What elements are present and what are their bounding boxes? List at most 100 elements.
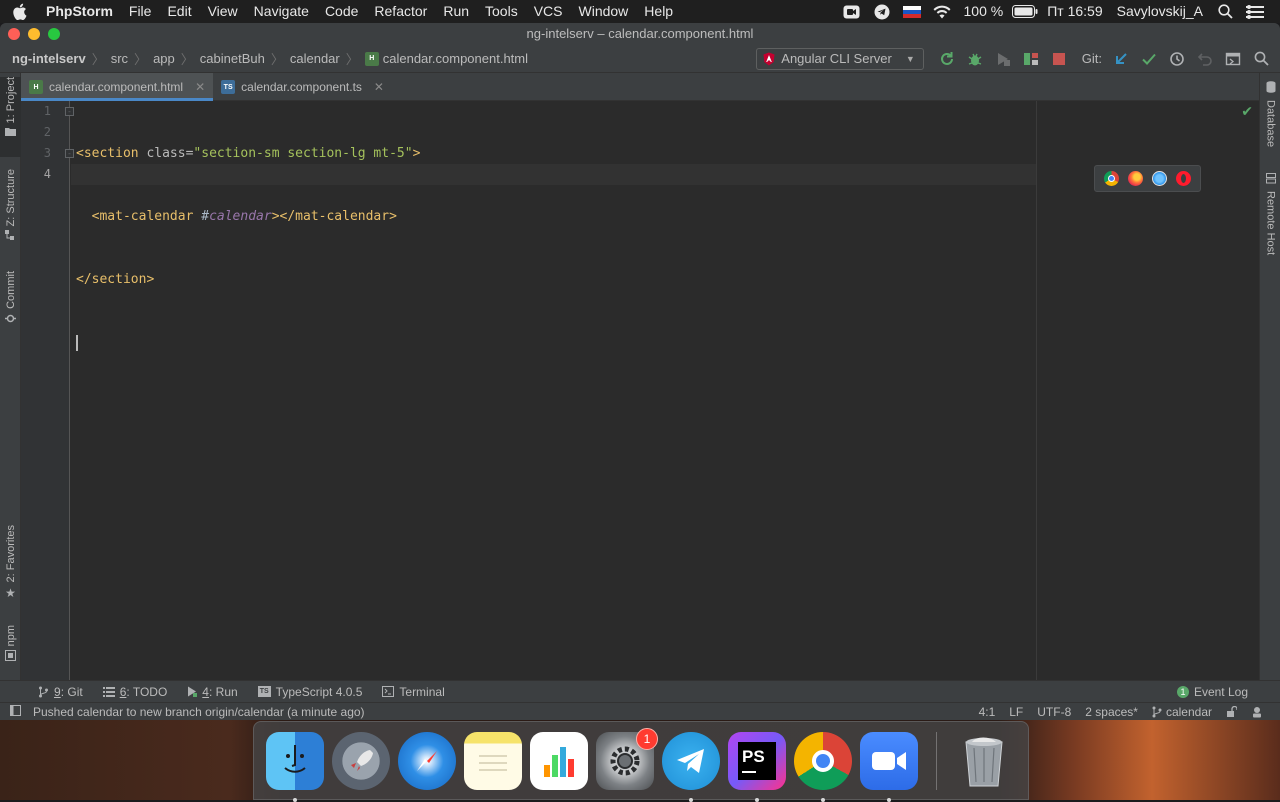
notes-icon — [479, 754, 507, 771]
menu-app-name[interactable]: PhpStorm — [38, 0, 121, 23]
russian-flag-icon[interactable] — [897, 0, 927, 23]
code-editor[interactable]: 1 2 3 4 - - <section class="section-sm s… — [21, 101, 1259, 680]
telegram-status-icon[interactable] — [867, 0, 897, 23]
tool-window-git-number: 9 — [54, 684, 61, 699]
breadcrumb-project[interactable]: ng-intelserv — [12, 51, 86, 66]
close-tab-icon[interactable]: ✕ — [374, 80, 384, 94]
tool-window-project[interactable]: 1: Project — [0, 77, 21, 157]
file-encoding[interactable]: UTF-8 — [1030, 705, 1078, 719]
menu-edit[interactable]: Edit — [159, 0, 199, 23]
breadcrumb-src[interactable]: src — [111, 51, 128, 66]
status-message[interactable]: Pushed calendar to new branch origin/cal… — [33, 705, 365, 719]
fold-marker-icon[interactable]: - — [65, 149, 74, 158]
tool-window-npm[interactable]: npm — [0, 625, 21, 671]
menu-file[interactable]: File — [121, 0, 160, 23]
battery-icon[interactable] — [1010, 0, 1040, 23]
code-line: <mat-calendar #calendar></mat-calendar> — [76, 206, 420, 227]
menubar-user[interactable]: Savylovskij_A — [1110, 0, 1210, 23]
fold-marker-icon[interactable]: - — [65, 107, 74, 116]
structure-icon — [5, 230, 16, 243]
dock-system-preferences[interactable]: 1 — [596, 727, 658, 790]
dock-telegram[interactable] — [662, 731, 720, 802]
wifi-icon[interactable] — [927, 0, 957, 23]
attach-debugger-icon[interactable] — [1018, 48, 1044, 70]
apple-menu-icon[interactable] — [0, 3, 38, 20]
tool-window-todo[interactable]: 6: TODO — [93, 685, 178, 699]
spotlight-search-icon[interactable] — [1210, 0, 1240, 23]
tool-window-git[interactable]: 9: Git — [28, 685, 93, 699]
dock-numbers[interactable] — [530, 731, 588, 790]
firefox-icon[interactable] — [1128, 171, 1144, 186]
tool-window-remote-host[interactable]: Remote Host — [1260, 173, 1280, 263]
tab-calendar-component-ts[interactable]: TS calendar.component.ts ✕ — [213, 73, 392, 101]
presentation-mode-icon[interactable] — [1220, 48, 1246, 70]
video-icon — [872, 751, 906, 770]
inspection-ok-icon[interactable]: ✔ — [1241, 103, 1253, 120]
debug-icon[interactable] — [962, 48, 988, 70]
menu-view[interactable]: View — [200, 0, 246, 23]
dock-finder[interactable] — [266, 731, 324, 802]
toggle-tool-windows-icon[interactable] — [10, 704, 21, 719]
run-configuration-select[interactable]: Angular CLI Server ▼ — [756, 47, 924, 70]
inspector-icon[interactable] — [1244, 706, 1270, 718]
menu-run[interactable]: Run — [435, 0, 477, 23]
menu-vcs[interactable]: VCS — [526, 0, 571, 23]
tool-window-run[interactable]: 4: Run — [177, 685, 247, 699]
search-everywhere-icon[interactable] — [1248, 48, 1274, 70]
chrome-icon[interactable] — [1104, 171, 1120, 186]
code-line — [76, 332, 420, 353]
safari-icon[interactable] — [1151, 171, 1167, 186]
dock-trash[interactable] — [955, 732, 1013, 790]
code-content[interactable]: <section class="section-sm section-lg mt… — [76, 101, 420, 395]
git-branch-widget[interactable]: calendar — [1145, 705, 1219, 719]
breadcrumb-file[interactable]: H calendar.component.html — [364, 51, 528, 66]
window-close-button[interactable] — [8, 28, 20, 40]
rerun-icon[interactable] — [934, 48, 960, 70]
window-zoom-button[interactable] — [48, 28, 60, 40]
dock-safari[interactable] — [398, 731, 456, 790]
control-center-icon[interactable] — [1240, 0, 1270, 23]
dock-separator — [936, 731, 937, 790]
dock-chrome[interactable] — [794, 731, 852, 802]
event-log-button[interactable]: 1 Event Log — [1176, 685, 1280, 699]
breadcrumb-app[interactable]: app — [153, 51, 175, 66]
tool-window-database[interactable]: Database — [1260, 81, 1280, 155]
menu-refactor[interactable]: Refactor — [366, 0, 435, 23]
window-minimize-button[interactable] — [28, 28, 40, 40]
opera-icon[interactable] — [1175, 171, 1191, 186]
dock-notes[interactable] — [464, 731, 522, 790]
macos-dock: 1 PS — [253, 721, 1029, 802]
menu-tools[interactable]: Tools — [477, 0, 526, 23]
tab-calendar-component-html[interactable]: H calendar.component.html ✕ — [21, 73, 214, 101]
breadcrumb-cabinetbuh[interactable]: cabinetBuh — [200, 51, 265, 66]
tab-label: calendar.component.ts — [241, 80, 362, 94]
git-rollback-icon[interactable] — [1192, 48, 1218, 70]
indent-settings[interactable]: 2 spaces* — [1078, 705, 1145, 719]
dock-zoom[interactable] — [860, 731, 918, 802]
dock-phpstorm[interactable]: PS — [728, 731, 786, 802]
tool-window-typescript[interactable]: TS TypeScript 4.0.5 — [248, 685, 373, 699]
git-commit-icon[interactable] — [1136, 48, 1162, 70]
git-update-icon[interactable] — [1108, 48, 1134, 70]
chrome-center-icon — [812, 749, 834, 772]
line-separator[interactable]: LF — [1002, 705, 1030, 719]
menu-help[interactable]: Help — [636, 0, 681, 23]
tool-window-structure[interactable]: Z: Structure — [0, 169, 21, 253]
tool-window-terminal[interactable]: Terminal — [372, 685, 454, 699]
menu-code[interactable]: Code — [317, 0, 366, 23]
caret-position[interactable]: 4:1 — [972, 705, 1003, 719]
video-camera-icon[interactable] — [837, 0, 867, 23]
close-tab-icon[interactable]: ✕ — [195, 80, 205, 94]
code-token: <section — [76, 146, 147, 161]
menu-navigate[interactable]: Navigate — [246, 0, 317, 23]
menubar-clock[interactable]: Пт 16:59 — [1040, 0, 1109, 23]
git-history-icon[interactable] — [1164, 48, 1190, 70]
run-with-coverage-icon[interactable] — [990, 48, 1016, 70]
menu-window[interactable]: Window — [571, 0, 637, 23]
breadcrumb-calendar[interactable]: calendar — [290, 51, 340, 66]
lock-icon[interactable] — [1219, 706, 1244, 717]
tool-window-commit[interactable]: Commit — [0, 271, 21, 333]
dock-launchpad[interactable] — [332, 731, 390, 790]
tool-window-favorites[interactable]: 2: Favorites ★ — [0, 525, 21, 609]
stop-icon[interactable] — [1046, 48, 1072, 70]
